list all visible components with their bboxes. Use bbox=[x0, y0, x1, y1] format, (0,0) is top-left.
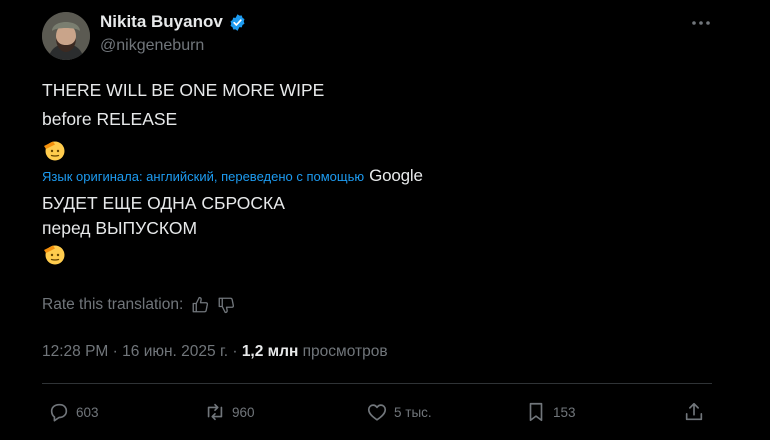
tweet: Nikita Buyanov @nikgeneburn THERE WILL B… bbox=[0, 0, 770, 440]
share-button[interactable] bbox=[683, 397, 705, 427]
reply-icon bbox=[50, 403, 68, 422]
bookmark-icon bbox=[529, 402, 543, 422]
tweet-date[interactable]: 16 июн. 2025 г. bbox=[122, 343, 228, 360]
repost-count: 960 bbox=[232, 404, 255, 420]
share-icon bbox=[685, 402, 703, 421]
reply-count: 603 bbox=[76, 404, 99, 420]
rate-translation-row: Rate this translation: bbox=[42, 296, 235, 314]
saluting-face-emoji bbox=[44, 141, 65, 161]
meta-separator: · bbox=[232, 343, 238, 360]
reply-button[interactable]: 603 bbox=[48, 397, 99, 427]
tweet-original-line: THERE WILL BE ONE MORE WIPE bbox=[42, 80, 325, 100]
views-label: просмотров bbox=[302, 343, 388, 360]
bookmark-button[interactable]: 153 bbox=[525, 397, 576, 427]
thumbs-up-icon[interactable] bbox=[191, 296, 209, 314]
tweet-actions: 603 960 5 тыс. 153 bbox=[42, 397, 712, 427]
heart-icon bbox=[367, 404, 387, 421]
avatar-image bbox=[42, 12, 90, 60]
rate-translation-label: Rate this translation: bbox=[42, 296, 184, 313]
author-display-name[interactable]: Nikita Buyanov bbox=[100, 12, 223, 32]
views-count: 1,2 млн bbox=[241, 343, 299, 360]
translation-note[interactable]: Язык оригинала: английский, переведено с… bbox=[42, 169, 364, 184]
tweet-original-line: before RELEASE bbox=[42, 109, 178, 129]
tweet-translated-line: перед ВЫПУСКОМ bbox=[42, 218, 198, 238]
google-logo: Google bbox=[369, 166, 423, 185]
bookmark-count: 153 bbox=[553, 404, 576, 420]
author-name-row[interactable]: Nikita Buyanov bbox=[100, 12, 247, 32]
translation-note-row: Язык оригинала: английский, переведено с… bbox=[42, 166, 423, 186]
tweet-translated-line: БУДЕТ ЕЩЕ ОДНА СБРОСКА bbox=[42, 193, 285, 213]
tweet-time[interactable]: 12:28 PM bbox=[42, 343, 108, 360]
author-handle[interactable]: @nikgeneburn bbox=[100, 37, 204, 55]
divider bbox=[42, 383, 712, 384]
thumbs-down-icon[interactable] bbox=[217, 296, 235, 314]
repost-button[interactable]: 960 bbox=[204, 397, 255, 427]
meta-separator: · bbox=[112, 343, 118, 360]
repost-icon bbox=[207, 403, 223, 421]
more-options-icon[interactable] bbox=[690, 12, 712, 34]
verified-badge-icon bbox=[230, 13, 245, 31]
avatar[interactable] bbox=[42, 12, 90, 60]
saluting-face-emoji bbox=[44, 245, 65, 265]
like-button[interactable]: 5 тыс. bbox=[366, 397, 432, 427]
like-count: 5 тыс. bbox=[394, 404, 432, 420]
tweet-meta: 12:28 PM · 16 июн. 2025 г. · 1,2 млн про… bbox=[42, 343, 388, 361]
